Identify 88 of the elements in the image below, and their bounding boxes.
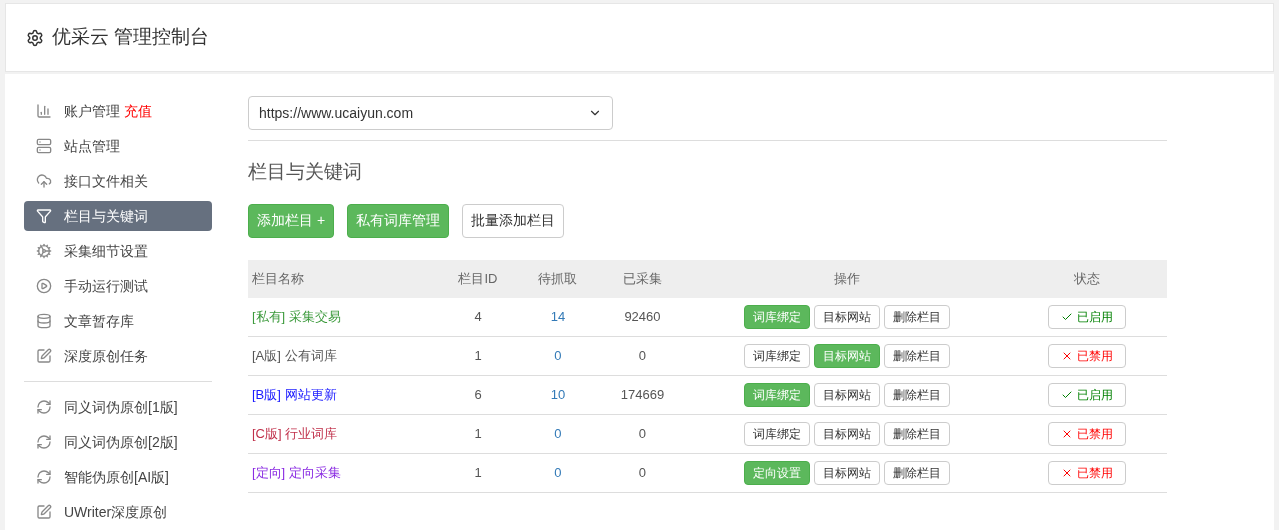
column-header: 状态 [1074,270,1100,286]
sidebar-item[interactable]: UWriter深度原创 [24,497,212,527]
action-button[interactable]: 删除栏目 [883,383,950,407]
site-select[interactable]: https://www.ucaiyun.com [248,96,613,130]
cloud-upload-icon [36,173,52,189]
check-icon [1061,389,1073,401]
action-button[interactable]: 批量添加栏目 [462,203,565,238]
action-button[interactable]: 目标网站 [813,304,880,329]
table-cell: 14 [550,309,566,324]
table-cell: 0 [638,426,647,442]
sidebar-item[interactable]: 站点管理 [24,131,212,161]
gears-icon [36,243,52,259]
sidebar-item[interactable]: 手动运行测试 [24,271,212,301]
play-icon [36,278,52,294]
edit-icon [36,504,52,520]
sidebar-label: 手动运行测试 [64,276,148,296]
recharge-link[interactable]: 充值 [124,100,152,122]
sidebar-label: 账户管理 [64,101,120,121]
sidebar-label: 深度原创任务 [64,346,148,366]
action-button[interactable]: 词库绑定 [743,344,810,368]
cross-icon [1061,428,1073,440]
column-header: 已采集 [622,270,662,286]
filter-icon [36,208,52,224]
sidebar-label: UWriter深度原创 [64,502,168,522]
cross-icon [1061,350,1073,362]
sidebar-item[interactable]: 同义词伪原创[2版] [24,427,212,457]
table-cell: 174669 [620,387,665,403]
section-title: 栏目与关键词 [248,160,363,184]
sidebar-label: 同义词伪原创[1版] [64,397,178,417]
action-button[interactable]: 目标网站 [813,422,880,446]
table-cell: 0 [554,465,562,481]
sidebar-label: 采集细节设置 [64,241,148,261]
sidebar-item[interactable]: 采集细节设置 [24,236,212,266]
status-button[interactable]: 已启用 [1048,383,1126,407]
database-icon [36,313,52,329]
action-button[interactable]: 目标网站 [813,383,880,407]
table-cell: 1 [474,426,482,442]
column-header: 栏目名称 [252,270,304,286]
sidebar-label: 接口文件相关 [64,171,148,191]
column-name[interactable]: [A版] 公有词库 [252,348,337,364]
action-button[interactable]: 删除栏目 [883,344,950,368]
window-title: 优采云 管理控制台 [52,25,210,50]
column-name[interactable]: [C版] 行业词库 [252,426,338,442]
sidebar-label: 文章暂存库 [64,311,134,331]
sidebar-item[interactable]: 账户管理 充值 [24,96,212,126]
status-button[interactable]: 已禁用 [1048,344,1126,368]
column-name[interactable]: [私有] 采集交易 [252,309,341,324]
table-cell: 1 [474,348,482,364]
column-name[interactable]: [定向] 定向采集 [252,465,341,481]
refresh-icon [36,469,52,485]
table-cell: 0 [638,465,647,481]
column-name[interactable]: [B版] 网站更新 [252,387,337,403]
table-cell: 6 [474,387,482,403]
sidebar-label: 智能伪原创[AI版] [64,467,169,487]
status-button[interactable]: 已禁用 [1048,422,1126,446]
sidebar-label: 同义词伪原创[2版] [64,432,178,452]
table-cell: 92460 [624,309,661,324]
table-cell: 0 [554,348,562,364]
column-header: 操作 [833,270,860,286]
status-button[interactable]: 已禁用 [1048,461,1126,485]
table-cell: 10 [550,387,566,403]
status-button[interactable]: 已启用 [1048,304,1126,329]
sidebar-item[interactable]: 深度原创任务 [24,341,212,371]
table-cell: 0 [554,426,562,442]
sidebar-item[interactable]: 文章暂存库 [24,306,212,336]
sidebar-item[interactable]: 同义词伪原创[1版] [24,392,212,422]
action-button[interactable]: 删除栏目 [883,304,950,329]
edit-icon [36,348,52,364]
bar-chart-icon [36,103,52,119]
table-cell: 4 [474,309,482,324]
column-header: 栏目ID [458,270,498,286]
cross-icon [1061,467,1073,479]
sidebar-label: 站点管理 [64,136,120,156]
column-header: 待抓取 [538,270,578,286]
refresh-icon [36,399,52,415]
action-button[interactable]: 词库绑定 [743,422,810,446]
action-button[interactable]: 目标网站 [813,461,880,485]
sidebar-item[interactable]: 栏目与关键词 [24,201,212,231]
refresh-icon [36,434,52,450]
action-button[interactable]: 删除栏目 [883,422,950,446]
sidebar-label: 栏目与关键词 [64,206,148,226]
action-button[interactable]: 删除栏目 [883,461,950,485]
table-cell: 0 [638,348,647,364]
sidebar-item[interactable]: 智能伪原创[AI版] [24,462,212,492]
server-icon [36,138,52,154]
settings-icon [26,28,44,47]
table-cell: 1 [474,465,482,481]
sidebar-item[interactable]: 接口文件相关 [24,166,212,196]
